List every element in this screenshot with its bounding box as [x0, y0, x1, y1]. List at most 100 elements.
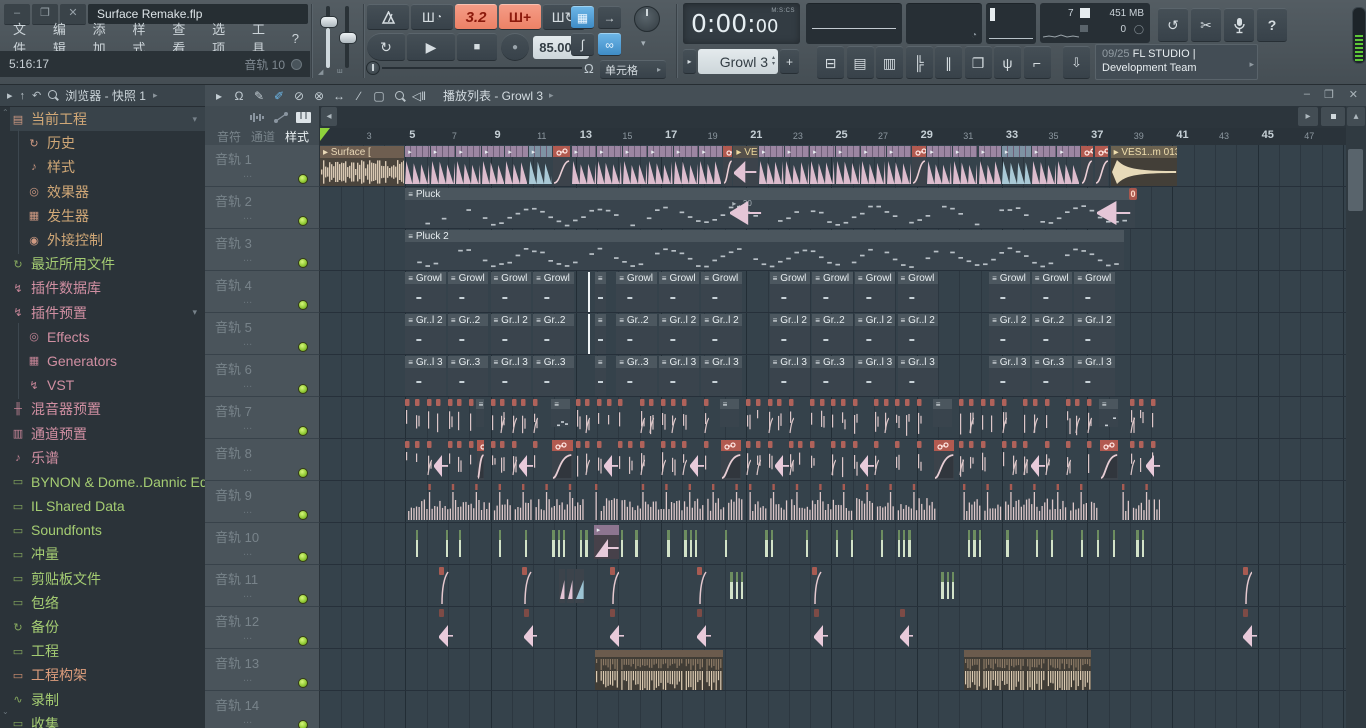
tick-clip[interactable]	[649, 399, 654, 437]
tick-clip[interactable]	[1087, 399, 1092, 437]
track-header[interactable]: 音轨 11...	[205, 565, 320, 607]
green-bar-clip[interactable]	[851, 530, 853, 558]
green-bar-clip[interactable]	[690, 530, 692, 558]
scroll-up-button[interactable]: ▴	[1347, 107, 1365, 126]
browser-item[interactable]: ↻最近所用文件	[10, 252, 205, 276]
tick-clip[interactable]	[469, 441, 474, 479]
plugin-picker-button[interactable]: ╠	[906, 46, 933, 79]
track-header[interactable]: 音轨 12...	[205, 607, 320, 649]
tick-clip[interactable]	[789, 399, 794, 437]
green-bar-clip[interactable]	[1142, 530, 1144, 558]
zoom-tool-icon[interactable]	[389, 89, 409, 103]
tick-clip[interactable]	[1023, 399, 1028, 437]
reverse-crash-clip[interactable]	[518, 453, 534, 479]
reverse-crash-clip[interactable]	[814, 609, 828, 649]
browser-up-icon[interactable]: ↑	[20, 90, 26, 102]
drum-clip[interactable]	[963, 483, 1098, 522]
step-edit-button[interactable]: →	[598, 6, 621, 29]
tick-clip[interactable]	[576, 399, 581, 437]
tick-clip[interactable]	[610, 567, 620, 606]
tick-clip[interactable]	[841, 441, 846, 479]
stop-button[interactable]: ■	[457, 33, 497, 61]
edison-button[interactable]: ✂	[1191, 8, 1221, 42]
browser-item[interactable]: ▥通道预置	[10, 421, 205, 445]
tick-clip[interactable]	[427, 399, 432, 437]
vertical-scrollbar[interactable]: ▴	[1346, 106, 1366, 728]
browser-item[interactable]: ♪乐谱	[10, 446, 205, 470]
green-bar-clip[interactable]	[730, 572, 732, 600]
midi-pattern-clip[interactable]: ≡ Pluck	[405, 188, 1135, 228]
pattern-caret-button[interactable]: ▸	[683, 49, 696, 74]
pattern-clip[interactable]: ≡ Gr..l 3	[898, 356, 939, 396]
wave-clip[interactable]	[575, 569, 585, 603]
tick-clip[interactable]	[457, 399, 462, 437]
audio-clip[interactable]: ▸	[594, 525, 620, 559]
tick-clip[interactable]	[884, 399, 889, 437]
browser-item[interactable]: ▦Generators	[10, 349, 205, 373]
pattern-clip[interactable]: ≡ Growl	[989, 272, 1030, 312]
green-bar-clip[interactable]	[525, 530, 527, 558]
pattern-clip[interactable]: ≡ Gr..l 3	[1074, 356, 1115, 396]
pattern-clip[interactable]: ≡ Growl	[616, 272, 657, 312]
browser-menu-icon[interactable]: ▸	[7, 89, 13, 102]
track-header[interactable]: 音轨 14...	[205, 691, 320, 728]
green-bar-clip[interactable]	[621, 530, 623, 558]
audio-clip[interactable]: ▸	[431, 146, 456, 186]
tick-clip[interactable]	[661, 441, 666, 479]
drum-clip[interactable]	[1122, 483, 1160, 522]
snap-magnet-icon[interactable]: Ω	[229, 89, 249, 103]
automation-clip[interactable]	[934, 440, 954, 480]
pattern-clip[interactable]: ≡ Gr..l 2	[491, 314, 532, 354]
wave-clip[interactable]	[567, 569, 574, 603]
audio-clip[interactable]: ▸	[1002, 146, 1031, 186]
track-header[interactable]: 音轨 2...	[205, 187, 320, 229]
reverse-crash-clip[interactable]	[697, 609, 711, 649]
paint-brush-icon[interactable]: ✐	[269, 89, 289, 103]
pattern-clip[interactable]: ≡ Gr..2	[812, 314, 853, 354]
browser-item[interactable]: ▭工程	[10, 639, 205, 663]
playhead-marker[interactable]	[320, 128, 330, 141]
selection-line[interactable]	[588, 314, 590, 354]
audio-clip[interactable]: ▸ VES1..m 013	[1111, 146, 1177, 186]
pattern-clip[interactable]: ≡	[595, 314, 606, 354]
draw-pencil-icon[interactable]: ✎	[249, 89, 269, 103]
select-tool-icon[interactable]: ▢	[369, 89, 389, 103]
plugin-database-button[interactable]: ψ	[994, 46, 1021, 79]
green-bar-clip[interactable]	[968, 530, 970, 558]
pattern-clip[interactable]: ≡ Gr..l 3	[405, 356, 446, 396]
tick-clip[interactable]	[500, 441, 505, 479]
audio-clip[interactable]: ▸	[810, 146, 835, 186]
smoothing-button[interactable]: ʃ	[571, 33, 594, 56]
pattern-clip[interactable]: ≡ Growl	[533, 272, 574, 312]
tick-clip[interactable]	[682, 399, 687, 437]
tick-clip[interactable]	[959, 441, 964, 479]
automation-clip[interactable]	[723, 146, 733, 186]
tick-clip[interactable]	[682, 441, 687, 479]
record-button[interactable]: ●	[501, 33, 529, 61]
midi-mini-clip[interactable]: ≡	[476, 399, 485, 427]
green-bar-clip[interactable]	[1136, 530, 1138, 558]
mute-tool-icon[interactable]: ⊗	[309, 89, 329, 103]
tick-clip[interactable]	[512, 441, 517, 479]
tick-clip[interactable]	[661, 399, 666, 437]
tick-clip[interactable]	[905, 399, 910, 437]
tick-clip[interactable]	[841, 399, 846, 437]
tick-clip[interactable]	[746, 441, 751, 479]
tick-clip[interactable]	[756, 441, 761, 479]
preview-tool-icon[interactable]: ◁‖	[409, 89, 429, 103]
green-bar-clip[interactable]	[1113, 530, 1115, 558]
undo-button[interactable]: ↺	[1158, 8, 1188, 42]
pattern-clip[interactable]: ≡	[595, 272, 606, 312]
tick-clip[interactable]	[798, 441, 803, 479]
pattern-selector[interactable]: Growl 3 ▴▾	[698, 49, 778, 74]
green-bar-clip[interactable]	[459, 530, 461, 558]
pattern-clip[interactable]: ≡ Gr..l 2	[1074, 314, 1115, 354]
reverse-crash-clip[interactable]	[689, 453, 705, 479]
green-bar-clip[interactable]	[765, 530, 767, 558]
green-bar-clip[interactable]	[552, 530, 554, 558]
audio-clip[interactable]: ▸	[482, 146, 504, 186]
tick-clip[interactable]	[853, 441, 858, 479]
tick-clip[interactable]	[628, 441, 633, 479]
playlist-minimize-button[interactable]: –	[1304, 88, 1310, 100]
green-bar-clip[interactable]	[1097, 530, 1099, 558]
